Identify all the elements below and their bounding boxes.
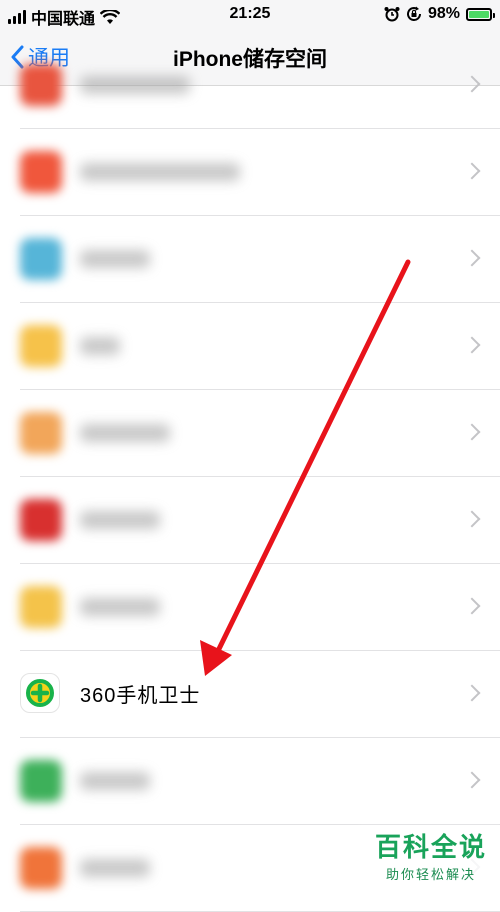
app-row-blurred[interactable] [0, 303, 500, 390]
blurred-app-name [80, 163, 240, 181]
blurred-app-name [80, 598, 160, 616]
blurred-app-icon [20, 760, 62, 802]
blurred-app-name [80, 772, 150, 790]
chevron-right-icon [463, 684, 481, 702]
blurred-app-name [80, 511, 160, 529]
app-360-security-icon [20, 673, 60, 713]
chevron-right-icon [463, 510, 481, 528]
app-row-blurred[interactable] [0, 477, 500, 564]
app-row-blurred[interactable] [0, 564, 500, 651]
blurred-app-icon [20, 847, 62, 889]
watermark-logo: 百科全说 助你轻松解决 [368, 827, 494, 883]
blurred-app-icon [20, 238, 62, 280]
blurred-app-icon [20, 151, 62, 193]
battery-charging-icon [466, 7, 495, 21]
rotation-lock-icon [407, 6, 421, 21]
blurred-app-icon [20, 325, 62, 367]
app-row-blurred[interactable] [0, 390, 500, 477]
app-row-blurred[interactable] [0, 738, 500, 825]
blurred-app-name [80, 76, 190, 94]
blurred-app-name [80, 250, 150, 268]
blurred-app-name [80, 337, 120, 355]
status-bar: 中国联通 21:25 98% [0, 0, 500, 30]
chevron-right-icon [463, 75, 481, 93]
chevron-right-icon [463, 771, 481, 789]
alarm-icon [384, 7, 400, 22]
chevron-right-icon [463, 249, 481, 267]
battery-percent: 98% [427, 5, 460, 22]
battery-level-fill [469, 10, 489, 18]
blurred-app-icon [20, 64, 62, 106]
blurred-app-name [80, 424, 170, 442]
app-row-360[interactable]: 360手机卫士 [0, 651, 500, 738]
chevron-right-icon [463, 423, 481, 441]
status-right: 98% [384, 5, 495, 23]
blurred-app-icon [20, 499, 62, 541]
app-row-blurred[interactable] [0, 129, 500, 216]
blurred-app-name [80, 859, 150, 877]
watermark-title: 百科全说 [374, 832, 487, 862]
app-storage-list: 360手机卫士 [0, 64, 500, 912]
chevron-right-icon [463, 597, 481, 615]
app-row-blurred[interactable] [0, 42, 500, 129]
blurred-app-icon [20, 586, 62, 628]
watermark-subtitle: 助你轻松解决 [385, 867, 476, 882]
chevron-right-icon [463, 162, 481, 180]
blurred-app-icon [20, 412, 62, 454]
app-name-label: 360手机卫士 [80, 685, 201, 707]
app-row-blurred[interactable] [0, 216, 500, 303]
chevron-right-icon [463, 336, 481, 354]
